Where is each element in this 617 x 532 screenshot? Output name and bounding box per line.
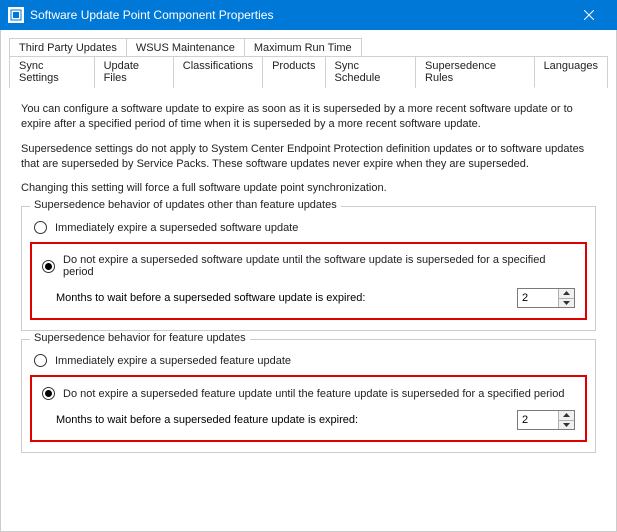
group-non-feature-legend: Supersedence behavior of updates other t… (30, 199, 341, 211)
spinner-buttons (558, 289, 574, 307)
radio-icon (42, 260, 55, 273)
spinner-down-icon[interactable] (559, 420, 574, 430)
spinner-up-icon[interactable] (559, 289, 574, 298)
radio-label: Immediately expire a superseded software… (55, 222, 298, 234)
tabs: Third Party Updates WSUS Maintenance Max… (9, 38, 608, 88)
months-wait-software-label: Months to wait before a superseded softw… (56, 292, 365, 304)
window-body: Third Party Updates WSUS Maintenance Max… (0, 30, 617, 532)
radio-label: Immediately expire a superseded feature … (55, 355, 291, 367)
radio-label: Do not expire a superseded software upda… (63, 254, 579, 278)
radio-immediate-feature[interactable]: Immediately expire a superseded feature … (34, 354, 587, 367)
months-wait-software-row: Months to wait before a superseded softw… (56, 288, 575, 308)
tab-wsus-maintenance[interactable]: WSUS Maintenance (127, 38, 245, 57)
radio-immediate-software[interactable]: Immediately expire a superseded software… (34, 221, 587, 234)
months-wait-feature-row: Months to wait before a superseded featu… (56, 410, 575, 430)
radio-wait-feature[interactable]: Do not expire a superseded feature updat… (42, 387, 579, 400)
close-button[interactable] (569, 0, 609, 30)
months-wait-feature-spinner[interactable]: 2 (517, 410, 575, 430)
tab-sync-settings[interactable]: Sync Settings (9, 56, 95, 88)
radio-icon (34, 354, 47, 367)
group-feature-legend: Supersedence behavior for feature update… (30, 332, 250, 344)
spinner-up-icon[interactable] (559, 411, 574, 420)
titlebar: Software Update Point Component Properti… (0, 0, 617, 30)
tab-maximum-run-time[interactable]: Maximum Run Time (245, 38, 362, 57)
group-non-feature: Supersedence behavior of updates other t… (21, 206, 596, 331)
tab-products[interactable]: Products (263, 56, 325, 88)
intro-p3: Changing this setting will force a full … (21, 181, 596, 196)
months-wait-software-spinner[interactable]: 2 (517, 288, 575, 308)
tab-third-party-updates[interactable]: Third Party Updates (9, 38, 127, 57)
group-feature: Supersedence behavior for feature update… (21, 339, 596, 453)
tab-content: You can configure a software update to e… (9, 88, 608, 473)
titlebar-left: Software Update Point Component Properti… (8, 7, 273, 23)
tab-classifications[interactable]: Classifications (174, 56, 263, 88)
intro-p1: You can configure a software update to e… (21, 102, 596, 132)
spinner-down-icon[interactable] (559, 298, 574, 308)
radio-label: Do not expire a superseded feature updat… (63, 388, 564, 400)
tab-languages[interactable]: Languages (535, 56, 608, 88)
tab-sync-schedule[interactable]: Sync Schedule (326, 56, 417, 88)
spinner-buttons (558, 411, 574, 429)
intro-p2: Supersedence settings do not apply to Sy… (21, 142, 596, 172)
app-icon (8, 7, 24, 23)
highlight-feature: Do not expire a superseded feature updat… (30, 375, 587, 442)
tab-update-files[interactable]: Update Files (95, 56, 174, 88)
window-title: Software Update Point Component Properti… (30, 8, 273, 22)
spinner-value[interactable]: 2 (518, 411, 558, 429)
months-wait-feature-label: Months to wait before a superseded featu… (56, 414, 358, 426)
radio-icon (34, 221, 47, 234)
radio-icon (42, 387, 55, 400)
highlight-non-feature: Do not expire a superseded software upda… (30, 242, 587, 320)
spinner-value[interactable]: 2 (518, 289, 558, 307)
tab-supersedence-rules[interactable]: Supersedence Rules (416, 56, 535, 88)
radio-wait-software[interactable]: Do not expire a superseded software upda… (42, 254, 579, 278)
